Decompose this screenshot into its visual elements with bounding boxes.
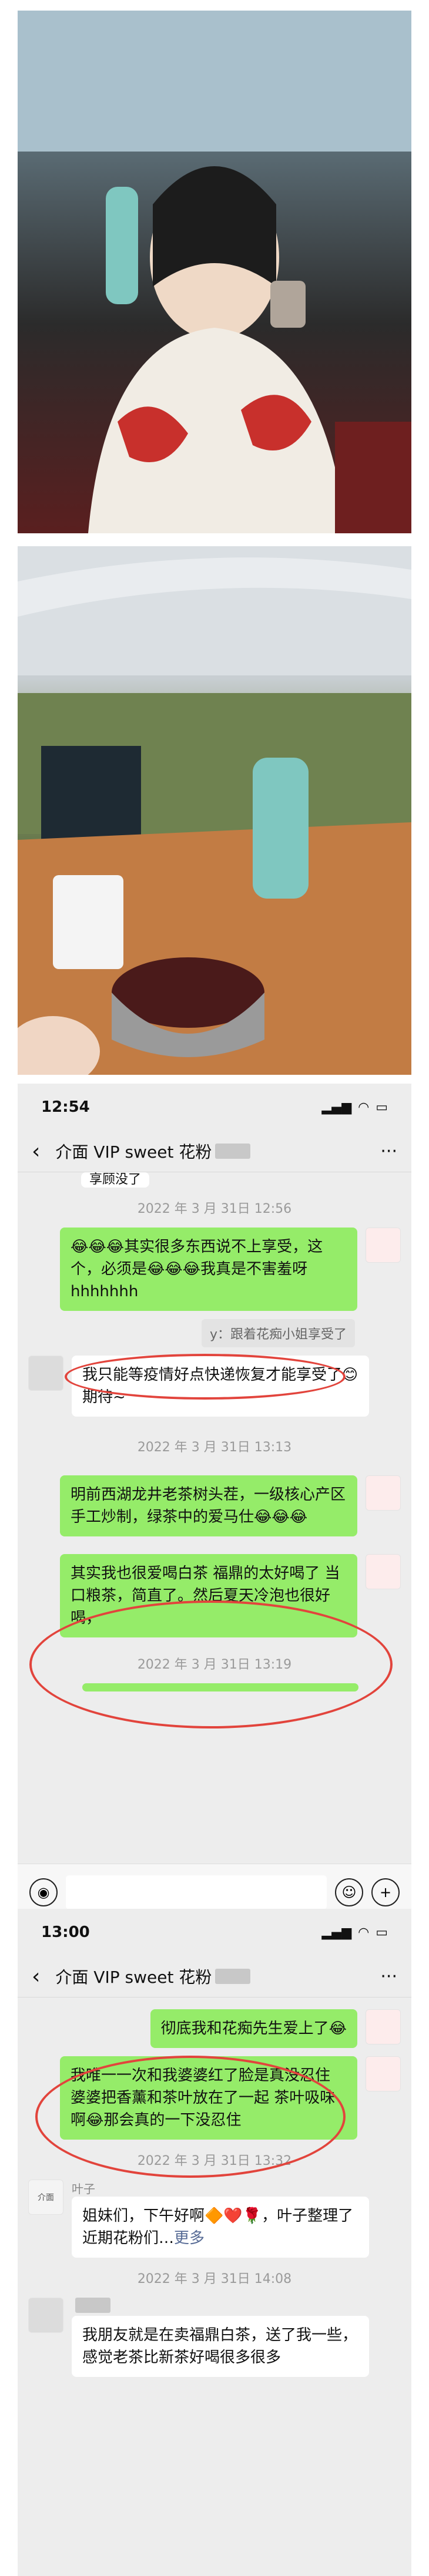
status-bar: 12:54 ▂▄▆ ◠ ▭ (18, 1084, 411, 1131)
avatar[interactable] (28, 1356, 63, 1391)
battery-icon: ▭ (376, 1099, 388, 1115)
voice-icon[interactable]: ◉ (29, 1878, 58, 1906)
more-icon[interactable]: ··· (380, 1141, 397, 1162)
avatar[interactable] (366, 2009, 401, 2044)
message-bubble[interactable]: 😂😂😂其实很多东西说不上享受，这个，必须是😂😂😂我真是不害羞呀hhhhhhh (60, 1228, 357, 1311)
message-row: 明前西湖龙井老茶树头茬，一级核心产区手工炒制，绿茶中的爱马仕😂😂😂 (28, 1475, 401, 1536)
status-icons: ▂▄▆ ◠ ▭ (322, 1100, 388, 1115)
sender-name: 叶子 (72, 2182, 95, 2196)
blurred-name (75, 2298, 110, 2313)
sender-name-blurred (72, 2298, 369, 2316)
wifi-icon: ◠ (358, 1925, 369, 1940)
avatar[interactable] (366, 2056, 401, 2091)
chat-header: ‹ 介面 VIP sweet 花粉 ··· (18, 1956, 411, 1997)
timestamp: 2022 年 3 月 31日 13:32 (137, 2154, 292, 2168)
chat-title: 介面 VIP sweet 花粉 (55, 1968, 212, 1987)
photo-camping-table-art (18, 546, 411, 1075)
status-time: 13:00 (41, 1923, 90, 1941)
message-row: 彻底我和花痴先生爱上了😂 (28, 2009, 401, 2048)
status-bar: 13:00 ▂▄▆ ◠ ▭ (18, 1909, 411, 1956)
chat-title: 介面 VIP sweet 花粉 (55, 1142, 212, 1162)
message-bubble[interactable]: 我朋友就是在卖福鼎白茶，送了我一些，感觉老茶比新茶好喝很多很多 (72, 2316, 369, 2377)
chat-screenshot-2: 13:00 ▂▄▆ ◠ ▭ ‹ 介面 VIP sweet 花粉 ··· 彻底我和… (18, 1909, 411, 2576)
quoted-reply[interactable]: y：跟着花痴小姐享受了 (201, 1319, 355, 1347)
message-row (28, 1683, 401, 1691)
avatar[interactable] (366, 1554, 401, 1589)
message-row: 我只能等疫情好点快递恢复才能享受了😊期待~ (28, 1356, 401, 1417)
status-icons: ▂▄▆ ◠ ▭ (322, 1925, 388, 1940)
message-bubble[interactable]: 我只能等疫情好点快递恢复才能享受了😊期待~ (72, 1356, 369, 1417)
message-text: 姐妹们，下午好啊🔶❤️🌹，叶子整理了近期花粉们… (82, 2207, 354, 2247)
timestamp: 2022 年 3 月 31日 13:13 (137, 1440, 292, 1455)
signal-icon: ▂▄▆ (321, 1925, 352, 1940)
avatar[interactable] (366, 1475, 401, 1511)
partial-message: 享顾没了 (81, 1172, 150, 1188)
blurred-name (215, 1144, 251, 1159)
timestamp: 2022 年 3 月 31日 13:19 (137, 1657, 292, 1672)
message-bubble[interactable]: 明前西湖龙井老茶树头茬，一级核心产区手工炒制，绿茶中的爱马仕😂😂😂 (60, 1475, 357, 1536)
photo-woman-in-car-art (18, 11, 411, 533)
message-row: 我唯一一次和我婆婆红了脸是真没忍住 婆婆把香薰和茶叶放在了一起 茶叶吸味啊😂那会… (28, 2056, 401, 2140)
status-time: 12:54 (41, 1098, 90, 1116)
message-row: 我朋友就是在卖福鼎白茶，送了我一些，感觉老茶比新茶好喝很多很多 (28, 2298, 401, 2377)
message-row: 其实我也很爱喝白茶 福鼎的太好喝了 当口粮茶，简直了。然后夏天冷泡也很好喝， (28, 1554, 401, 1637)
message-bubble-cut (82, 1683, 358, 1691)
photo-woman-in-car (18, 11, 411, 533)
timestamp: 2022 年 3 月 31日 14:08 (137, 2272, 292, 2286)
timestamp: 2022 年 3 月 31日 12:56 (137, 1202, 292, 1216)
photo-camping-table (18, 546, 411, 1075)
emoji-icon[interactable]: ☺ (335, 1878, 363, 1906)
add-icon[interactable]: + (371, 1878, 400, 1906)
avatar[interactable] (28, 2298, 63, 2333)
back-icon[interactable]: ‹ (32, 1139, 40, 1163)
chat-screenshot-1: 12:54 ▂▄▆ ◠ ▭ ‹ 介面 VIP sweet 花粉 ··· 享顾没了… (18, 1084, 411, 1921)
signal-icon: ▂▄▆ (321, 1099, 352, 1115)
message-bubble[interactable]: 其实我也很爱喝白茶 福鼎的太好喝了 当口粮茶，简直了。然后夏天冷泡也很好喝， (60, 1554, 357, 1637)
chat-header: ‹ 介面 VIP sweet 花粉 ··· (18, 1131, 411, 1172)
message-input[interactable] (66, 1875, 327, 1909)
message-bubble[interactable]: 我唯一一次和我婆婆红了脸是真没忍住 婆婆把香薰和茶叶放在了一起 茶叶吸味啊😂那会… (60, 2056, 357, 2140)
message-row: 介面 叶子 姐妹们，下午好啊🔶❤️🌹，叶子整理了近期花粉们…更多 (28, 2180, 401, 2258)
message-row: 😂😂😂其实很多东西说不上享受，这个，必须是😂😂😂我真是不害羞呀hhhhhhh (28, 1228, 401, 1311)
group-avatar[interactable]: 介面 (28, 2180, 63, 2215)
blurred-name (215, 1969, 251, 1984)
message-bubble[interactable]: 姐妹们，下午好啊🔶❤️🌹，叶子整理了近期花粉们…更多 (72, 2197, 369, 2258)
more-icon[interactable]: ··· (380, 1966, 397, 1987)
message-bubble[interactable]: 彻底我和花痴先生爱上了😂 (150, 2009, 357, 2048)
wifi-icon: ◠ (358, 1099, 369, 1115)
partial-message-row: 享顾没了 (28, 1172, 401, 1188)
expand-link[interactable]: 更多 (174, 2229, 205, 2247)
back-icon[interactable]: ‹ (32, 1965, 40, 1989)
battery-icon: ▭ (376, 1925, 388, 1940)
avatar[interactable] (366, 1228, 401, 1263)
